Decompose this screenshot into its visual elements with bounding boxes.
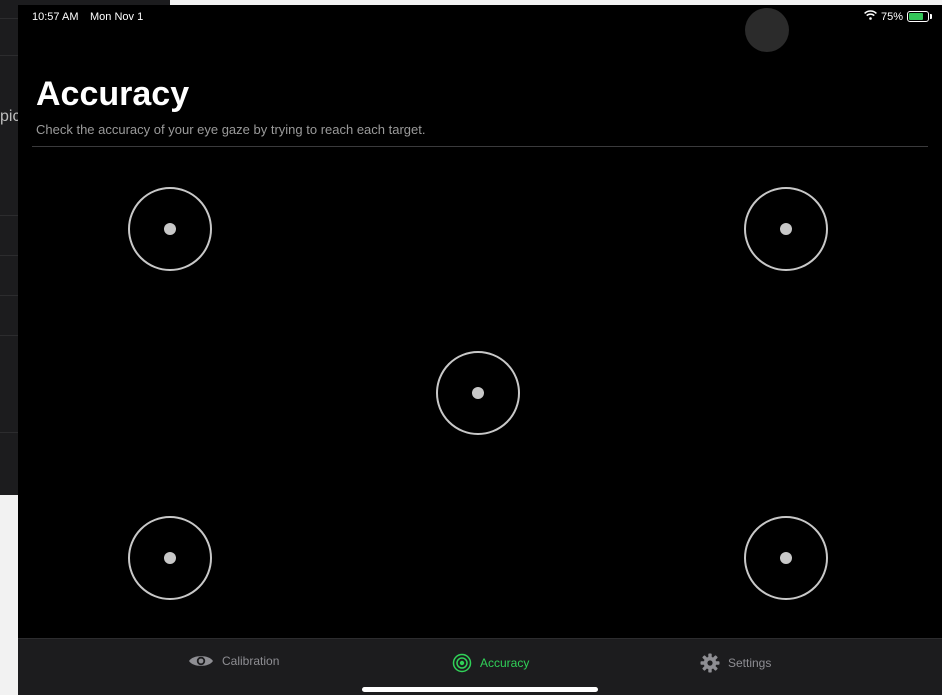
battery-tip [930,14,932,19]
target-top-left[interactable] [128,187,212,271]
tab-calibration[interactable]: Calibration [188,653,279,669]
status-time: 10:57 AM [32,11,79,23]
battery-charging-icon [907,11,929,22]
tab-bar: Calibration Accuracy Settings [18,638,942,695]
tab-label: Calibration [222,654,280,668]
gear-icon [700,653,720,673]
tab-label: Settings [728,656,772,670]
header-divider [32,146,928,147]
target-center[interactable] [436,351,520,435]
tab-settings[interactable]: Settings [700,653,771,673]
battery-fill [909,13,923,20]
target-top-right[interactable] [744,187,828,271]
wifi-icon [864,10,877,23]
battery-percent: 75% [880,10,903,23]
status-indicators: 75% [864,10,932,23]
target-dot [164,552,176,564]
assistive-touch-button[interactable] [745,8,789,52]
page-subtitle: Check the accuracy of your eye gaze by t… [36,122,426,137]
tab-accuracy[interactable]: Accuracy [452,653,529,673]
target-bottom-left[interactable] [128,516,212,600]
main-window: 10:57 AM Mon Nov 1 75% Accuracy Check th… [18,5,942,695]
eye-icon [188,653,214,669]
target-dot [164,223,176,235]
page-title: Accuracy [36,75,190,113]
target-icon [452,653,472,673]
tab-label: Accuracy [480,656,530,670]
target-bottom-right[interactable] [744,516,828,600]
target-dot [472,387,484,399]
status-date: Mon Nov 1 [90,11,144,23]
target-dot [780,552,792,564]
home-indicator[interactable] [362,687,598,692]
target-dot [780,223,792,235]
